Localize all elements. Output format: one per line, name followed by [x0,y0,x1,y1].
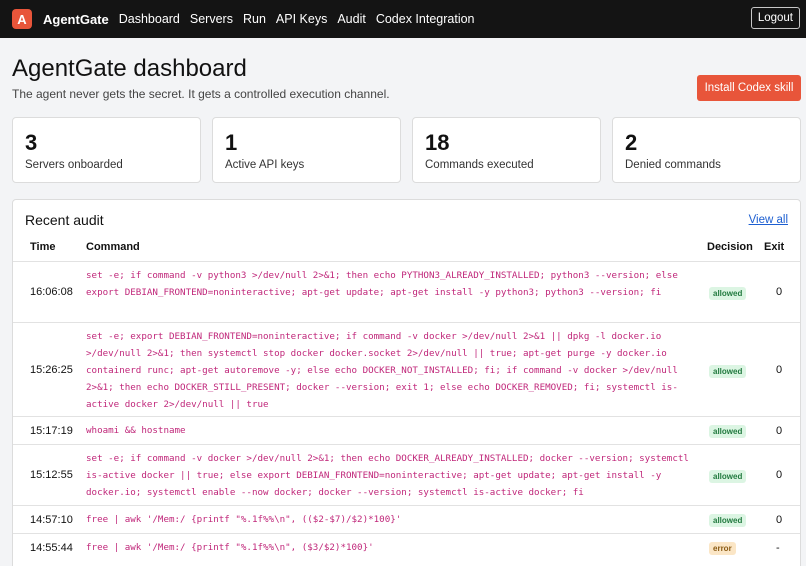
row-exit-code: 0 [776,469,783,481]
table-row[interactable]: 14:55:44 free | awk '/Mem:/ {printf "%.1… [13,533,800,563]
row-time: 15:26:25 [30,364,73,376]
view-all-link[interactable]: View all [749,214,788,226]
stat-card-denied: 2 Denied commands [612,117,801,183]
stat-value: 18 [425,130,450,155]
row-command: set -e; if command -v python3 >/dev/null… [86,270,678,298]
top-navbar: A AgentGate Dashboard Servers Run API Ke… [0,0,806,38]
stat-card-servers: 3 Servers onboarded [12,117,201,183]
recent-audit-panel: Recent audit View all Time Command Decis… [12,199,801,566]
row-command: set -e; if command -v docker >/dev/null … [86,453,689,498]
nav-link-run[interactable]: Run [243,12,266,26]
row-command: set -e; export DEBIAN_FRONTEND=nonintera… [86,331,678,410]
row-time: 15:17:19 [30,425,73,437]
nav-link-api-keys[interactable]: API Keys [276,12,327,26]
table-row[interactable]: 14:57:10 free | awk '/Mem:/ {printf "%.1… [13,505,800,533]
table-row[interactable]: 15:17:19 whoami && hostname allowed 0 [13,416,800,444]
stat-label: Commands executed [425,159,534,171]
column-header-decision[interactable]: Decision [707,241,753,253]
table-row[interactable]: 15:26:25 set -e; export DEBIAN_FRONTEND=… [13,322,800,416]
row-time: 15:12:55 [30,469,73,481]
stat-label: Active API keys [225,159,305,171]
page-subtitle: The agent never gets the secret. It gets… [12,87,390,101]
row-command: whoami && hostname [86,425,186,436]
nav-link-dashboard[interactable]: Dashboard [119,12,180,26]
column-header-command[interactable]: Command [86,241,140,253]
stat-label: Denied commands [625,159,721,171]
stat-value: 1 [225,130,238,155]
stat-value: 2 [625,130,638,155]
decision-badge: allowed [709,287,747,300]
row-exit-code: 0 [776,514,783,526]
logout-button[interactable]: Logout [750,7,800,29]
nav-link-codex-integration[interactable]: Codex Integration [376,12,475,26]
stat-card-commands: 18 Commands executed [412,117,601,183]
column-header-time[interactable]: Time [30,241,55,253]
nav-link-servers[interactable]: Servers [190,12,233,26]
stat-card-api-keys: 1 Active API keys [212,117,401,183]
brand-name[interactable]: AgentGate [43,12,109,27]
table-row[interactable]: 15:12:55 set -e; if command -v docker >/… [13,444,800,505]
row-exit-code: - [776,542,780,554]
row-command: free | awk '/Mem:/ {printf "%.1f%%\n", (… [86,514,402,525]
stat-value: 3 [25,130,38,155]
decision-badge: error [709,542,736,555]
row-time: 14:55:44 [30,542,73,554]
row-time: 16:06:08 [30,286,73,298]
row-exit-code: 0 [776,286,783,298]
stat-label: Servers onboarded [25,159,123,171]
row-time: 14:57:10 [30,514,73,526]
decision-badge: allowed [709,365,747,378]
row-exit-code: 0 [776,425,783,437]
app-logo[interactable]: A [12,9,32,29]
audit-title: Recent audit [25,212,104,228]
row-exit-code: 0 [776,364,783,376]
page-title: AgentGate dashboard [12,55,247,82]
table-row[interactable]: 16:06:08 set -e; if command -v python3 >… [13,261,800,322]
row-command: free | awk '/Mem:/ {printf "%.1f%%\n", (… [86,542,374,553]
nav-link-audit[interactable]: Audit [337,12,366,26]
column-header-exit[interactable]: Exit [764,241,784,253]
decision-badge: allowed [709,514,747,527]
decision-badge: allowed [709,425,747,438]
install-codex-skill-button[interactable]: Install Codex skill [697,75,801,101]
decision-badge: allowed [709,470,747,483]
